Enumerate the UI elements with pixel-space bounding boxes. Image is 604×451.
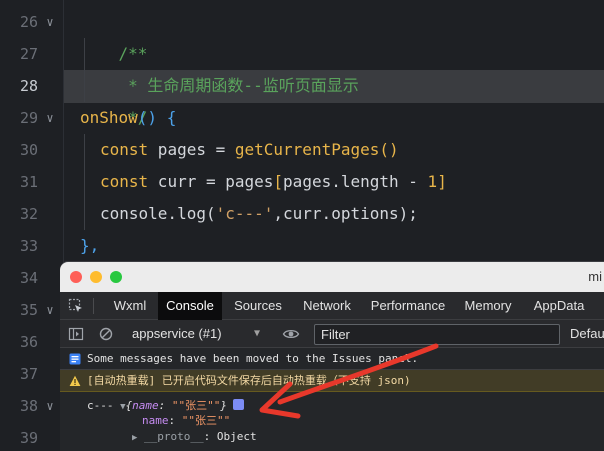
code-line-31: const curr = pages[pages.length - 1] <box>100 166 447 198</box>
punctuation-token: () { <box>137 108 177 127</box>
inspect-element-icon[interactable] <box>68 298 84 314</box>
log-label: c--- <box>87 399 114 412</box>
code-line-26: /** <box>80 6 148 63</box>
identifier-token: curr = pages <box>148 172 274 191</box>
line-number: 34 <box>19 269 38 287</box>
line-number: 30 <box>19 141 38 159</box>
line-number-gutter: 26 27 28 29 30 31 32 33 34 35 36 37 38 3… <box>0 0 62 451</box>
expression-token: pages.length - <box>283 172 428 191</box>
devtools-tab-bar: Wxml Console Sources Network Performance… <box>60 292 604 320</box>
line-number: 29 <box>19 109 38 127</box>
code-line-29: onShow() { <box>80 102 176 134</box>
warning-triangle-icon <box>69 375 81 386</box>
function-name-token: onShow <box>80 108 138 127</box>
code-line-28: */ <box>80 70 147 127</box>
property-separator: : <box>168 414 182 427</box>
line-number: 27 <box>19 45 38 63</box>
bracket-token: ] <box>437 172 447 191</box>
line-number: 39 <box>19 429 38 447</box>
keyword-token: const <box>100 140 149 159</box>
sidebar-toggle-icon[interactable] <box>68 326 84 342</box>
code-line-27: * 生命周期函数--监听页面显示 <box>80 38 359 95</box>
property-value: ""张三"" <box>181 414 231 427</box>
fold-chevron-icon[interactable]: ∨ <box>43 102 57 134</box>
tab-console[interactable]: Console <box>158 292 222 320</box>
punctuation-token: }, <box>80 236 100 255</box>
object-property-line: name: ""张三"" <box>142 413 230 429</box>
function-call-token: getCurrentPages <box>234 140 380 159</box>
tab-appdata[interactable]: AppData <box>524 292 594 320</box>
fold-chevron-icon[interactable]: ∨ <box>43 6 57 38</box>
minimize-window-button[interactable] <box>90 271 102 283</box>
context-selector[interactable]: appservice (#1) <box>132 324 222 344</box>
close-window-button[interactable] <box>70 271 82 283</box>
annotation-arrow-icon <box>259 343 439 419</box>
zoom-window-button[interactable] <box>110 271 122 283</box>
call-token: ,curr.options); <box>273 204 418 223</box>
identifier-token: pages = <box>148 140 235 159</box>
line-number: 33 <box>19 237 38 255</box>
bracket-token: [ <box>273 172 284 191</box>
line-number: 38 <box>19 397 38 415</box>
line-number: 37 <box>19 365 38 383</box>
call-token: console.log( <box>100 204 216 223</box>
tab-performance[interactable]: Performance <box>364 292 452 320</box>
line-number: 36 <box>19 333 38 351</box>
info-message-icon <box>69 353 81 365</box>
tab-network[interactable]: Network <box>294 292 360 320</box>
code-line-30: const pages = getCurrentPages() <box>100 134 399 166</box>
object-summary-separator: : <box>158 399 172 412</box>
number-token: 1 <box>427 172 438 191</box>
line-number: 31 <box>19 173 38 191</box>
tab-memory[interactable]: Memory <box>456 292 520 320</box>
comment-token: * 生命周期函数--监听页面显示 <box>118 76 359 95</box>
line-number: 35 <box>19 301 38 319</box>
object-summary-key: name <box>132 399 159 412</box>
keyword-token: const <box>100 172 149 191</box>
line-number-active: 28 <box>19 77 38 95</box>
fold-chevron-icon[interactable]: ∨ <box>43 390 57 422</box>
string-token: 'c---' <box>215 204 274 223</box>
window-titlebar: mi <box>60 262 604 292</box>
tab-wxml[interactable]: Wxml <box>104 292 156 320</box>
property-key: name <box>142 414 169 427</box>
line-number: 26 <box>19 13 38 31</box>
line-number: 32 <box>19 205 38 223</box>
code-line-33: }, <box>80 230 99 262</box>
tab-sources[interactable]: Sources <box>226 292 290 320</box>
toolbar-divider <box>93 298 94 314</box>
code-line-32: console.log('c---',curr.options); <box>100 198 418 230</box>
proto-property-line[interactable]: ▶ __proto__: Object <box>132 429 257 445</box>
proto-value: : Object <box>203 430 257 443</box>
fold-chevron-icon[interactable]: ∨ <box>43 294 57 326</box>
proto-key: __proto__ <box>144 430 204 443</box>
log-summary-line[interactable]: c--- ▼{name: ""张三""} <box>87 398 245 414</box>
window-title: mi <box>588 269 602 284</box>
punctuation-token: () <box>379 140 399 159</box>
clear-console-icon[interactable] <box>98 326 114 342</box>
object-summary-value: ""张三"" <box>171 399 221 412</box>
log-levels-dropdown[interactable]: Default <box>570 324 604 344</box>
object-close-brace: } <box>220 399 228 412</box>
